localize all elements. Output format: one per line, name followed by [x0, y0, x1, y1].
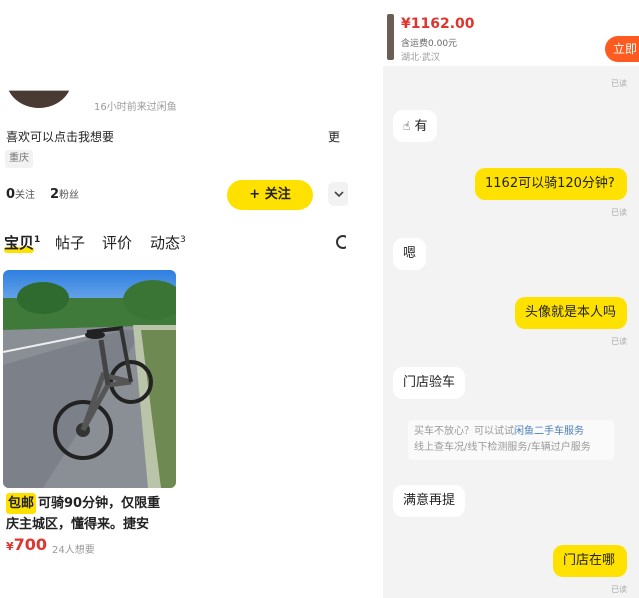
tab-posts[interactable]: 帖子	[55, 232, 85, 253]
avatar[interactable]	[6, 90, 72, 108]
tab-activity[interactable]: 动态3	[150, 232, 186, 253]
read-receipt: 已读	[611, 79, 627, 88]
more-options-button[interactable]	[328, 182, 348, 206]
free-shipping-badge: 包邮	[6, 493, 37, 514]
wants-count: 24人想要	[52, 545, 95, 556]
listing-title-line2: 庆主城区，懂得来。捷安	[6, 517, 150, 532]
chat-message: 嗯	[393, 238, 427, 270]
follow-button[interactable]: + 关注	[227, 180, 313, 210]
read-receipt: 已读	[611, 208, 627, 217]
fans-label: 粉丝	[59, 190, 80, 201]
last-seen-text: 16小时前来过闲鱼	[94, 102, 177, 113]
city-tag: 重庆	[5, 150, 33, 168]
message-text: 门店验车	[403, 375, 456, 390]
tab-activity-count: 3	[180, 235, 186, 245]
follows-stat[interactable]: 0关注	[6, 186, 35, 202]
read-receipt: 已读	[611, 337, 627, 346]
chat-message: 1162可以骑120分钟?	[475, 168, 627, 200]
currency-symbol: ¥	[6, 540, 14, 553]
tab-items-label: 宝贝	[4, 234, 35, 252]
used-car-service-link[interactable]: 闲鱼二手车服务	[514, 426, 584, 437]
tab-reviews-label: 评价	[102, 234, 133, 252]
message-text: 满意再提	[403, 493, 456, 508]
item-location: 湖北·武汉	[401, 53, 440, 63]
message-text: 1162可以骑120分钟?	[485, 176, 615, 191]
price-value: 700	[13, 535, 48, 554]
item-summary-card[interactable]: ¥1162.00 含运费0.00元 湖北·武汉 立即	[383, 0, 639, 66]
listing-description[interactable]: 包邮 可骑90分钟，仅限重 庆主城区，懂得来。捷安	[6, 493, 181, 535]
item-thumbnail	[387, 14, 394, 60]
chat-message: 满意再提	[393, 485, 466, 517]
bike-photo[interactable]	[3, 270, 176, 488]
pointing-hand-icon: ☝	[403, 119, 411, 133]
item-price: ¥1162.00	[401, 16, 475, 32]
buy-now-button[interactable]: 立即	[605, 36, 639, 62]
message-text: 门店在哪	[563, 553, 616, 568]
tab-items[interactable]: 宝贝1	[4, 232, 40, 253]
chat-message: 门店验车	[393, 367, 466, 399]
message-text: 嗯	[403, 246, 417, 261]
fans-count: 2	[50, 187, 60, 202]
follows-count: 0	[6, 187, 16, 202]
chat-message: 头像就是本人吗	[515, 297, 627, 329]
listing-price: ¥700	[6, 535, 47, 554]
fans-stat[interactable]: 2粉丝	[50, 186, 79, 202]
item-shipping: 含运费0.00元	[401, 39, 458, 49]
message-text: 有	[414, 119, 428, 134]
tab-posts-label: 帖子	[55, 234, 86, 252]
message-text: 头像就是本人吗	[525, 305, 617, 320]
partial-search-icon[interactable]	[334, 234, 346, 250]
listing-title-line1: 可骑90分钟，仅限重	[38, 496, 161, 511]
system-notice: 买车不放心？可以试试闲鱼二手车服务 线上查车况/线下检测服务/车辆过户服务	[408, 420, 614, 460]
tab-items-count: 1	[34, 235, 41, 245]
read-receipt: 已读	[611, 585, 627, 594]
chat-panel: ¥1162.00 含运费0.00元 湖北·武汉 立即 已读 ☝ 有 1162可以…	[383, 0, 639, 598]
follows-label: 关注	[15, 190, 36, 201]
bio-text: 喜欢可以点击我想要	[6, 130, 115, 144]
chat-message: 门店在哪	[553, 545, 627, 577]
chevron-down-icon	[334, 191, 344, 198]
bicycle-image	[3, 270, 176, 488]
tab-reviews[interactable]: 评价	[102, 232, 132, 253]
seller-profile-panel: 16小时前来过闲鱼 喜欢可以点击我想要 更 重庆 0关注 2粉丝 + 关注 宝贝…	[0, 0, 348, 598]
notice-prefix: 买车不放心？可以试试	[414, 426, 514, 437]
notice-services: 线上查车况/线下检测服务/车辆过户服务	[414, 442, 591, 453]
bio-more-link[interactable]: 更	[328, 128, 340, 145]
tab-activity-label: 动态	[150, 234, 181, 252]
chat-message: ☝ 有	[393, 110, 438, 142]
